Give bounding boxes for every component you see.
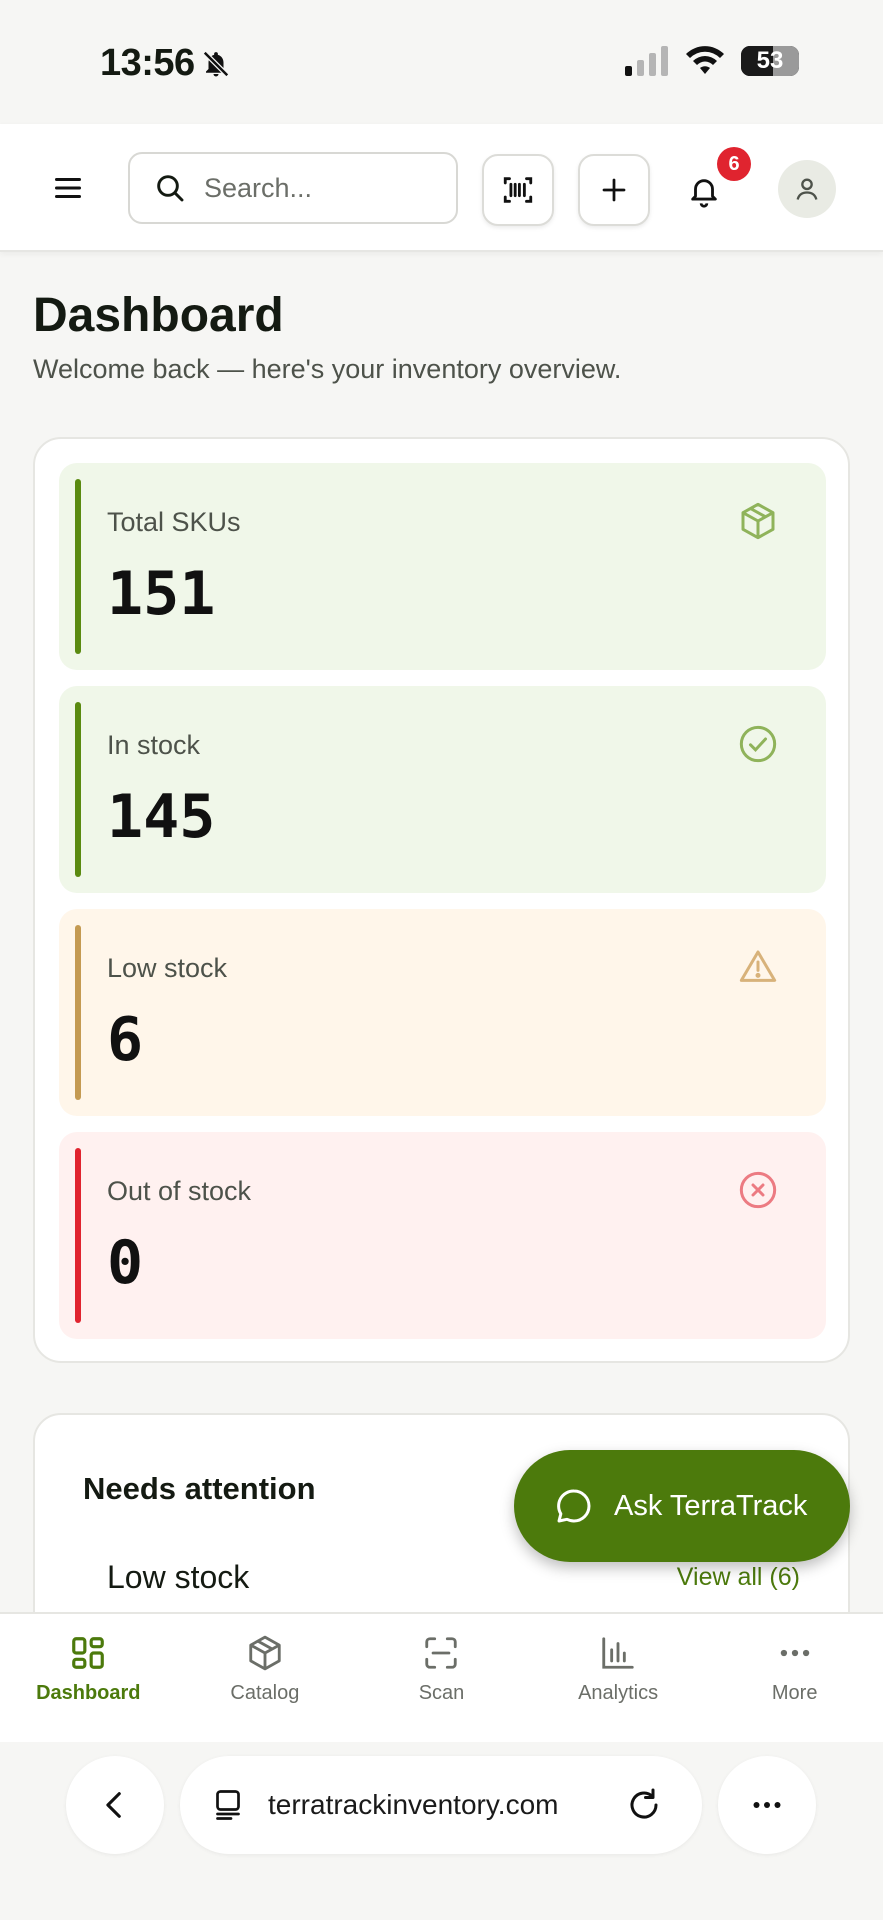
user-icon — [796, 178, 818, 200]
page-title: Dashboard — [33, 289, 284, 342]
stat-accent-bar — [75, 702, 81, 877]
search-icon — [157, 175, 184, 202]
stat-label: Out of stock — [107, 1176, 252, 1206]
stat-accent-bar — [75, 925, 81, 1100]
add-button[interactable] — [578, 154, 650, 226]
stat-label: In stock — [107, 730, 201, 760]
scan-icon — [425, 1637, 458, 1669]
stats-card: Total SKUs 151 In stock 145 Low stock 6 … — [33, 437, 850, 1363]
x-circle-icon — [739, 1171, 777, 1209]
ask-terratrack-button[interactable]: Ask TerraTrack — [514, 1450, 850, 1562]
nav-label: Scan — [418, 1682, 465, 1704]
search-box[interactable] — [128, 152, 458, 224]
barcode-scan-button[interactable] — [482, 154, 554, 226]
box-icon — [741, 502, 775, 540]
nav-more[interactable]: More — [706, 1614, 883, 1742]
view-all-link[interactable]: View all (6) — [677, 1563, 800, 1592]
nav-label: Catalog — [230, 1682, 300, 1704]
dashboard-icon — [72, 1637, 105, 1669]
battery-icon: 53 — [741, 46, 799, 76]
browser-back-button[interactable] — [66, 1756, 164, 1854]
status-time: 13:56 — [100, 42, 231, 85]
menu-button[interactable] — [44, 164, 92, 212]
box-icon — [249, 1635, 281, 1671]
nav-label: Analytics — [578, 1682, 659, 1704]
stat-in-stock[interactable]: In stock 145 — [59, 686, 826, 893]
bar-chart-icon — [602, 1637, 634, 1669]
stat-value: 6 — [107, 1005, 144, 1075]
reload-icon[interactable] — [626, 1787, 662, 1823]
warning-icon — [739, 950, 777, 982]
notification-badge: 6 — [717, 147, 751, 181]
browser-more-button[interactable] — [718, 1756, 816, 1854]
more-dots-icon — [753, 1802, 781, 1808]
page-subtitle: Welcome back — here's your inventory ove… — [33, 354, 622, 384]
wifi-icon — [686, 46, 724, 74]
bell-icon — [691, 179, 717, 208]
status-bar: 13:56 53 — [0, 0, 883, 124]
nav-dashboard[interactable]: Dashboard — [0, 1614, 177, 1742]
stat-label: Total SKUs — [107, 507, 241, 537]
stat-accent-bar — [75, 479, 81, 654]
bottom-nav: Dashboard Catalog Scan Analytics More — [0, 1612, 883, 1742]
more-dots-icon — [780, 1649, 809, 1657]
nav-catalog[interactable]: Catalog — [177, 1614, 354, 1742]
status-indicators: 53 — [625, 46, 799, 76]
app-header — [0, 124, 883, 252]
nav-scan[interactable]: Scan — [353, 1614, 530, 1742]
stat-value: 0 — [107, 1228, 144, 1298]
stat-label: Low stock — [107, 953, 228, 983]
stat-value: 151 — [107, 559, 216, 629]
browser-toolbar: terratrackinventory.com — [0, 1742, 883, 1920]
nav-label: More — [771, 1682, 818, 1704]
stat-value: 145 — [107, 782, 216, 852]
check-circle-icon — [739, 725, 777, 763]
url-text: terratrackinventory.com — [268, 1789, 559, 1820]
stat-out-of-stock[interactable]: Out of stock 0 — [59, 1132, 826, 1339]
chevron-left-icon — [106, 1792, 121, 1818]
nav-analytics[interactable]: Analytics — [530, 1614, 707, 1742]
tab-layout-icon — [216, 1790, 240, 1820]
muted-bell-icon — [202, 50, 229, 77]
stat-total-skus[interactable]: Total SKUs 151 — [59, 463, 826, 670]
battery-level: 53 — [756, 47, 784, 74]
stat-low-stock[interactable]: Low stock 6 — [59, 909, 826, 1116]
search-input[interactable] — [204, 172, 424, 204]
stat-accent-bar — [75, 1148, 81, 1323]
address-bar[interactable]: terratrackinventory.com — [180, 1756, 702, 1854]
status-time-text: 13:56 — [100, 42, 195, 84]
fab-label: Ask TerraTrack — [614, 1489, 808, 1522]
barcode-scan-icon — [503, 177, 533, 203]
nav-label: Dashboard — [36, 1682, 141, 1704]
needs-attention-title: Needs attention — [83, 1471, 316, 1506]
plus-icon — [602, 178, 626, 202]
hamburger-icon — [55, 178, 81, 198]
chat-bubble-icon — [557, 1489, 591, 1523]
low-stock-section-title: Low stock — [107, 1559, 250, 1595]
signal-icon — [625, 46, 668, 76]
avatar[interactable] — [778, 160, 836, 218]
